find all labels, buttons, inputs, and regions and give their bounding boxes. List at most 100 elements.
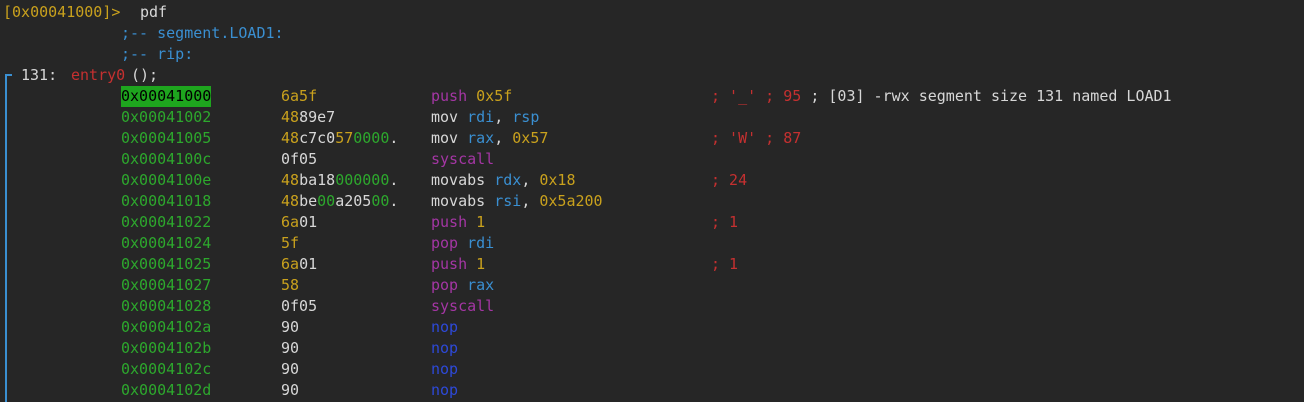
instruction-comment: ; 24: [711, 170, 747, 191]
instruction-operation: nop: [431, 359, 458, 380]
instruction-operation-segment: ,: [494, 108, 513, 126]
instruction-operation-segment: 0x57: [512, 129, 549, 147]
rip-label: ;-- rip:: [121, 45, 194, 63]
instruction-bytes-segment: 00: [371, 192, 390, 210]
instruction-operation: movabs rsi, 0x5a200: [431, 191, 603, 212]
instruction-operation-segment: push: [431, 87, 477, 105]
instruction-operation-segment: push: [431, 213, 477, 231]
instruction-bytes-segment: 6a5f: [281, 87, 318, 105]
instruction-address[interactable]: 0x00041000: [121, 86, 212, 107]
instruction-address[interactable]: 0x00041022: [121, 212, 211, 233]
instruction-address[interactable]: 0x00041025: [121, 254, 211, 275]
instruction-bytes-segment: 57: [335, 129, 354, 147]
instruction-bytes: 0f05: [281, 296, 317, 317]
instruction-operation-segment: rdi: [467, 108, 495, 126]
instruction-operation-segment: nop: [431, 318, 459, 336]
instruction-bytes-segment: ba18: [299, 171, 336, 189]
instruction-bytes: 5f: [281, 233, 299, 254]
prompt-address: [0x00041000]>: [3, 3, 121, 21]
instruction-address[interactable]: 0x0004102c: [121, 359, 211, 380]
instruction-bytes-segment: c7c0: [299, 129, 336, 147]
instruction-address[interactable]: 0x0004100e: [121, 170, 211, 191]
instruction-bytes-segment: 48: [281, 171, 300, 189]
instruction-bytes: 48ba18000000.: [281, 170, 398, 191]
instruction-operation-segment: rax: [467, 276, 495, 294]
instruction-operation: push 0x5f: [431, 86, 512, 107]
instruction-bytes: 6a01: [281, 212, 317, 233]
instruction-bytes-segment: 000000: [335, 171, 390, 189]
instruction-operation-segment: push: [431, 255, 477, 273]
function-flow-corner: [5, 74, 12, 76]
instruction-operation-segment: 1: [476, 213, 486, 231]
instruction-bytes: 0f05: [281, 149, 317, 170]
instruction-comment-segment: ; 'W' ; 87: [711, 129, 802, 147]
instruction-address[interactable]: 0x0004102d: [121, 380, 211, 401]
instruction-address[interactable]: 0x00041005: [121, 128, 211, 149]
prompt-command[interactable]: pdf: [140, 2, 167, 23]
instruction-operation-segment: ,: [521, 192, 540, 210]
function-name[interactable]: entry0: [71, 65, 125, 86]
instruction-bytes-segment: .: [389, 171, 399, 189]
instruction-address[interactable]: 0x00041018: [121, 191, 211, 212]
instruction-bytes: 4889e7: [281, 107, 335, 128]
instruction-address[interactable]: 0x0004102b: [121, 338, 211, 359]
instruction-bytes: 6a01: [281, 254, 317, 275]
instruction-comment-segment: ; 1: [711, 213, 739, 231]
instruction-address[interactable]: 0x00041024: [121, 233, 211, 254]
label-line: ;-- rip:: [0, 44, 193, 65]
instruction-bytes: 90: [281, 317, 299, 338]
instruction-comment-segment: ; '_' ; 95: [711, 87, 802, 105]
instruction-bytes-segment: 0f05: [281, 150, 318, 168]
instruction-bytes: 48be00a20500.: [281, 191, 398, 212]
instruction-operation-segment: rax: [467, 129, 495, 147]
instruction-operation-segment: nop: [431, 381, 459, 399]
instruction-comment: ; 1: [711, 254, 738, 275]
instruction-bytes-segment: 58: [281, 276, 300, 294]
instruction-operation-segment: 0x18: [539, 171, 576, 189]
instruction-bytes-segment: 01: [299, 213, 318, 231]
instruction-operation: syscall: [431, 296, 494, 317]
instruction-operation-segment: syscall: [431, 150, 495, 168]
instruction-comment-segment: ; [03] -rwx segment size 131 named LOAD1: [801, 87, 1172, 105]
instruction-address[interactable]: 0x0004100c: [121, 149, 211, 170]
instruction-operation: push 1: [431, 254, 485, 275]
instruction-bytes-segment: 90: [281, 381, 300, 399]
instruction-address[interactable]: 0x00041002: [121, 107, 211, 128]
instruction-operation-segment: rdx: [494, 171, 522, 189]
instruction-bytes-segment: 0000: [353, 129, 390, 147]
instruction-bytes-segment: 0f05: [281, 297, 318, 315]
instruction-bytes: 90: [281, 338, 299, 359]
instruction-comment-segment: ; 1: [711, 255, 739, 273]
instruction-operation-segment: nop: [431, 339, 459, 357]
instruction-operation-segment: mov: [431, 108, 468, 126]
instruction-bytes: 48c7c0570000.: [281, 128, 398, 149]
instruction-operation-segment: nop: [431, 360, 459, 378]
instruction-operation: mov rax, 0x57: [431, 128, 548, 149]
instruction-operation-segment: syscall: [431, 297, 495, 315]
instruction-bytes-segment: 48: [281, 192, 300, 210]
instruction-operation-segment: pop: [431, 234, 468, 252]
instruction-bytes-segment: 5f: [281, 234, 300, 252]
instruction-bytes-segment: 00: [317, 192, 336, 210]
instruction-operation-segment: movabs: [431, 192, 495, 210]
segment-label: ;-- segment.LOAD1:: [121, 24, 284, 42]
instruction-operation-segment: pop: [431, 276, 468, 294]
terminal-window[interactable]: [0x00041000]> pdf ;-- segment.LOAD1: ;--…: [0, 0, 1304, 402]
function-size: 131:: [21, 66, 58, 84]
instruction-bytes-segment: 48: [281, 108, 300, 126]
instruction-bytes-segment: 90: [281, 339, 300, 357]
instruction-address[interactable]: 0x00041027: [121, 275, 211, 296]
instruction-bytes: 90: [281, 380, 299, 401]
instruction-comment-segment: ; 24: [711, 171, 748, 189]
instruction-operation-segment: rsp: [512, 108, 540, 126]
prompt-line[interactable]: [0x00041000]> pdf: [0, 2, 167, 23]
instruction-bytes-segment: 90: [281, 360, 300, 378]
instruction-comment: ; 'W' ; 87: [711, 128, 801, 149]
label-line: ;-- segment.LOAD1:: [0, 23, 284, 44]
instruction-address[interactable]: 0x0004102a: [121, 317, 211, 338]
instruction-operation-segment: rdi: [467, 234, 495, 252]
instruction-bytes-segment: 6a: [281, 213, 300, 231]
instruction-operation-segment: ,: [521, 171, 540, 189]
instruction-address[interactable]: 0x00041028: [121, 296, 211, 317]
instruction-bytes: 90: [281, 359, 299, 380]
